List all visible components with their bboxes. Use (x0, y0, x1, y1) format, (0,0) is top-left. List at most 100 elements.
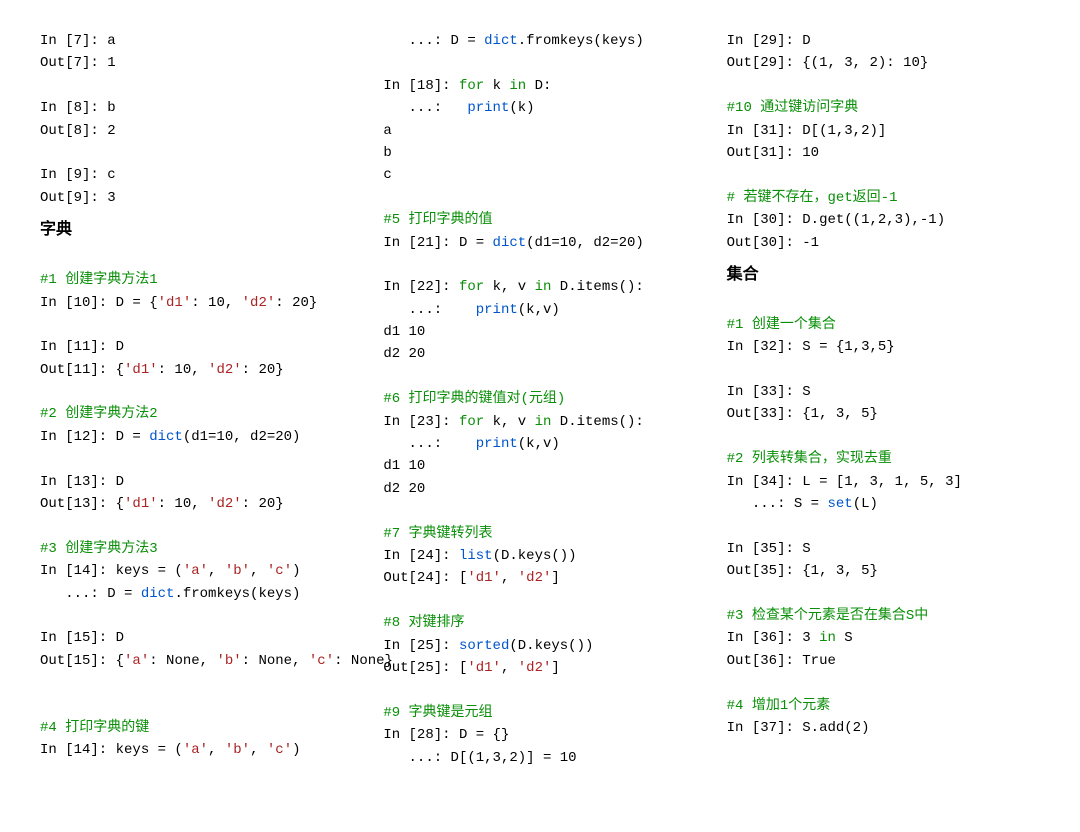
t: : 10, (158, 496, 208, 512)
code-line: Out[11]: {'d1': 10, 'd2': 20} (40, 359, 353, 381)
builtin: print (467, 100, 509, 116)
blank-line (383, 254, 696, 276)
keyword: in (819, 630, 836, 646)
t: (L) (853, 496, 878, 512)
blank-line (40, 695, 353, 717)
comment-line: #9 字典键是元组 (383, 702, 696, 724)
t: ] (551, 660, 559, 676)
three-column-layout: In [7]: a Out[7]: 1 In [8]: b Out[8]: 2 … (40, 30, 1040, 769)
blank-line (40, 605, 353, 627)
code-line: In [11]: D (40, 336, 353, 358)
code-line: In [10]: D = {'d1': 10, 'd2': 20} (40, 292, 353, 314)
keyword: for (459, 414, 484, 430)
code-line: ...: D[(1,3,2)] = 10 (383, 747, 696, 769)
code-line: Out[9]: 3 (40, 187, 353, 209)
code-line: In [12]: D = dict(d1=10, d2=20) (40, 426, 353, 448)
string-literal: 'a' (183, 563, 208, 579)
t: In [14]: keys = ( (40, 742, 183, 758)
code-line: In [32]: S = {1,3,5} (727, 336, 1040, 358)
builtin: set (827, 496, 852, 512)
t: D.items(): (551, 279, 643, 295)
t: In [12]: D = (40, 429, 149, 445)
column-3: In [29]: D Out[29]: {(1, 3, 2): 10} #10 … (727, 30, 1040, 769)
code-line: d1 10 (383, 455, 696, 477)
t: k, v (484, 414, 534, 430)
builtin: dict (141, 586, 175, 602)
keyword: in (535, 279, 552, 295)
code-line: ...: print(k,v) (383, 299, 696, 321)
string-literal: 'a' (124, 653, 149, 669)
blank-line (383, 500, 696, 522)
string-literal: 'c' (309, 653, 334, 669)
t: In [18]: (383, 78, 459, 94)
builtin: print (476, 302, 518, 318)
code-line: In [37]: S.add(2) (727, 717, 1040, 739)
string-literal: 'd2' (518, 570, 552, 586)
t: Out[25]: [ (383, 660, 467, 676)
string-literal: 'd1' (124, 496, 158, 512)
code-line: In [23]: for k, v in D.items(): (383, 411, 696, 433)
string-literal: 'd1' (124, 362, 158, 378)
code-line: In [29]: D (727, 30, 1040, 52)
keyword: in (509, 78, 526, 94)
code-line: c (383, 164, 696, 186)
t: ...: (383, 100, 467, 116)
blank-line (40, 75, 353, 97)
blank-line (40, 672, 353, 694)
blank-line (383, 366, 696, 388)
code-line: In [15]: D (40, 627, 353, 649)
blank-line (727, 292, 1040, 314)
t: , (208, 563, 225, 579)
t: D.items(): (551, 414, 643, 430)
t: (k,v) (518, 302, 560, 318)
string-literal: 'd2' (518, 660, 552, 676)
code-line: In [13]: D (40, 471, 353, 493)
t: .fromkeys(keys) (518, 33, 644, 49)
code-line: In [30]: D.get((1,2,3),-1) (727, 209, 1040, 231)
blank-line (40, 515, 353, 537)
t: : 20} (242, 496, 284, 512)
t: : None, (242, 653, 309, 669)
comment-line: #1 创建字典方法1 (40, 269, 353, 291)
code-line: ...: D = dict.fromkeys(keys) (383, 30, 696, 52)
code-line: In [28]: D = {} (383, 724, 696, 746)
string-literal: 'c' (267, 563, 292, 579)
t: (D.keys()) (493, 548, 577, 564)
code-line: In [35]: S (727, 538, 1040, 560)
code-line: Out[30]: -1 (727, 232, 1040, 254)
blank-line (727, 426, 1040, 448)
t: ...: (383, 436, 475, 452)
code-line: Out[8]: 2 (40, 120, 353, 142)
t: (d1=10, d2=20) (526, 235, 644, 251)
code-line: In [18]: for k in D: (383, 75, 696, 97)
string-literal: 'b' (216, 653, 241, 669)
code-line: Out[29]: {(1, 3, 2): 10} (727, 52, 1040, 74)
t: In [36]: 3 (727, 630, 819, 646)
t: Out[11]: { (40, 362, 124, 378)
t: In [21]: D = (383, 235, 492, 251)
code-line: In [33]: S (727, 381, 1040, 403)
builtin: dict (493, 235, 527, 251)
t: k (484, 78, 509, 94)
code-line: Out[7]: 1 (40, 52, 353, 74)
code-line: d1 10 (383, 321, 696, 343)
blank-line (727, 672, 1040, 694)
blank-line (40, 314, 353, 336)
comment-line: #4 增加1个元素 (727, 695, 1040, 717)
t: ] (551, 570, 559, 586)
t: , (208, 742, 225, 758)
keyword: in (535, 414, 552, 430)
t: Out[13]: { (40, 496, 124, 512)
builtin: sorted (459, 638, 509, 654)
code-line: In [8]: b (40, 97, 353, 119)
code-line: In [36]: 3 in S (727, 627, 1040, 649)
t: ) (292, 742, 300, 758)
t: ...: D = (40, 586, 141, 602)
blank-line (40, 381, 353, 403)
code-line: Out[24]: ['d1', 'd2'] (383, 567, 696, 589)
string-literal: 'a' (183, 742, 208, 758)
comment-line: #10 通过键访问字典 (727, 97, 1040, 119)
string-literal: 'd1' (467, 660, 501, 676)
string-literal: 'd2' (208, 362, 242, 378)
builtin: list (459, 548, 493, 564)
